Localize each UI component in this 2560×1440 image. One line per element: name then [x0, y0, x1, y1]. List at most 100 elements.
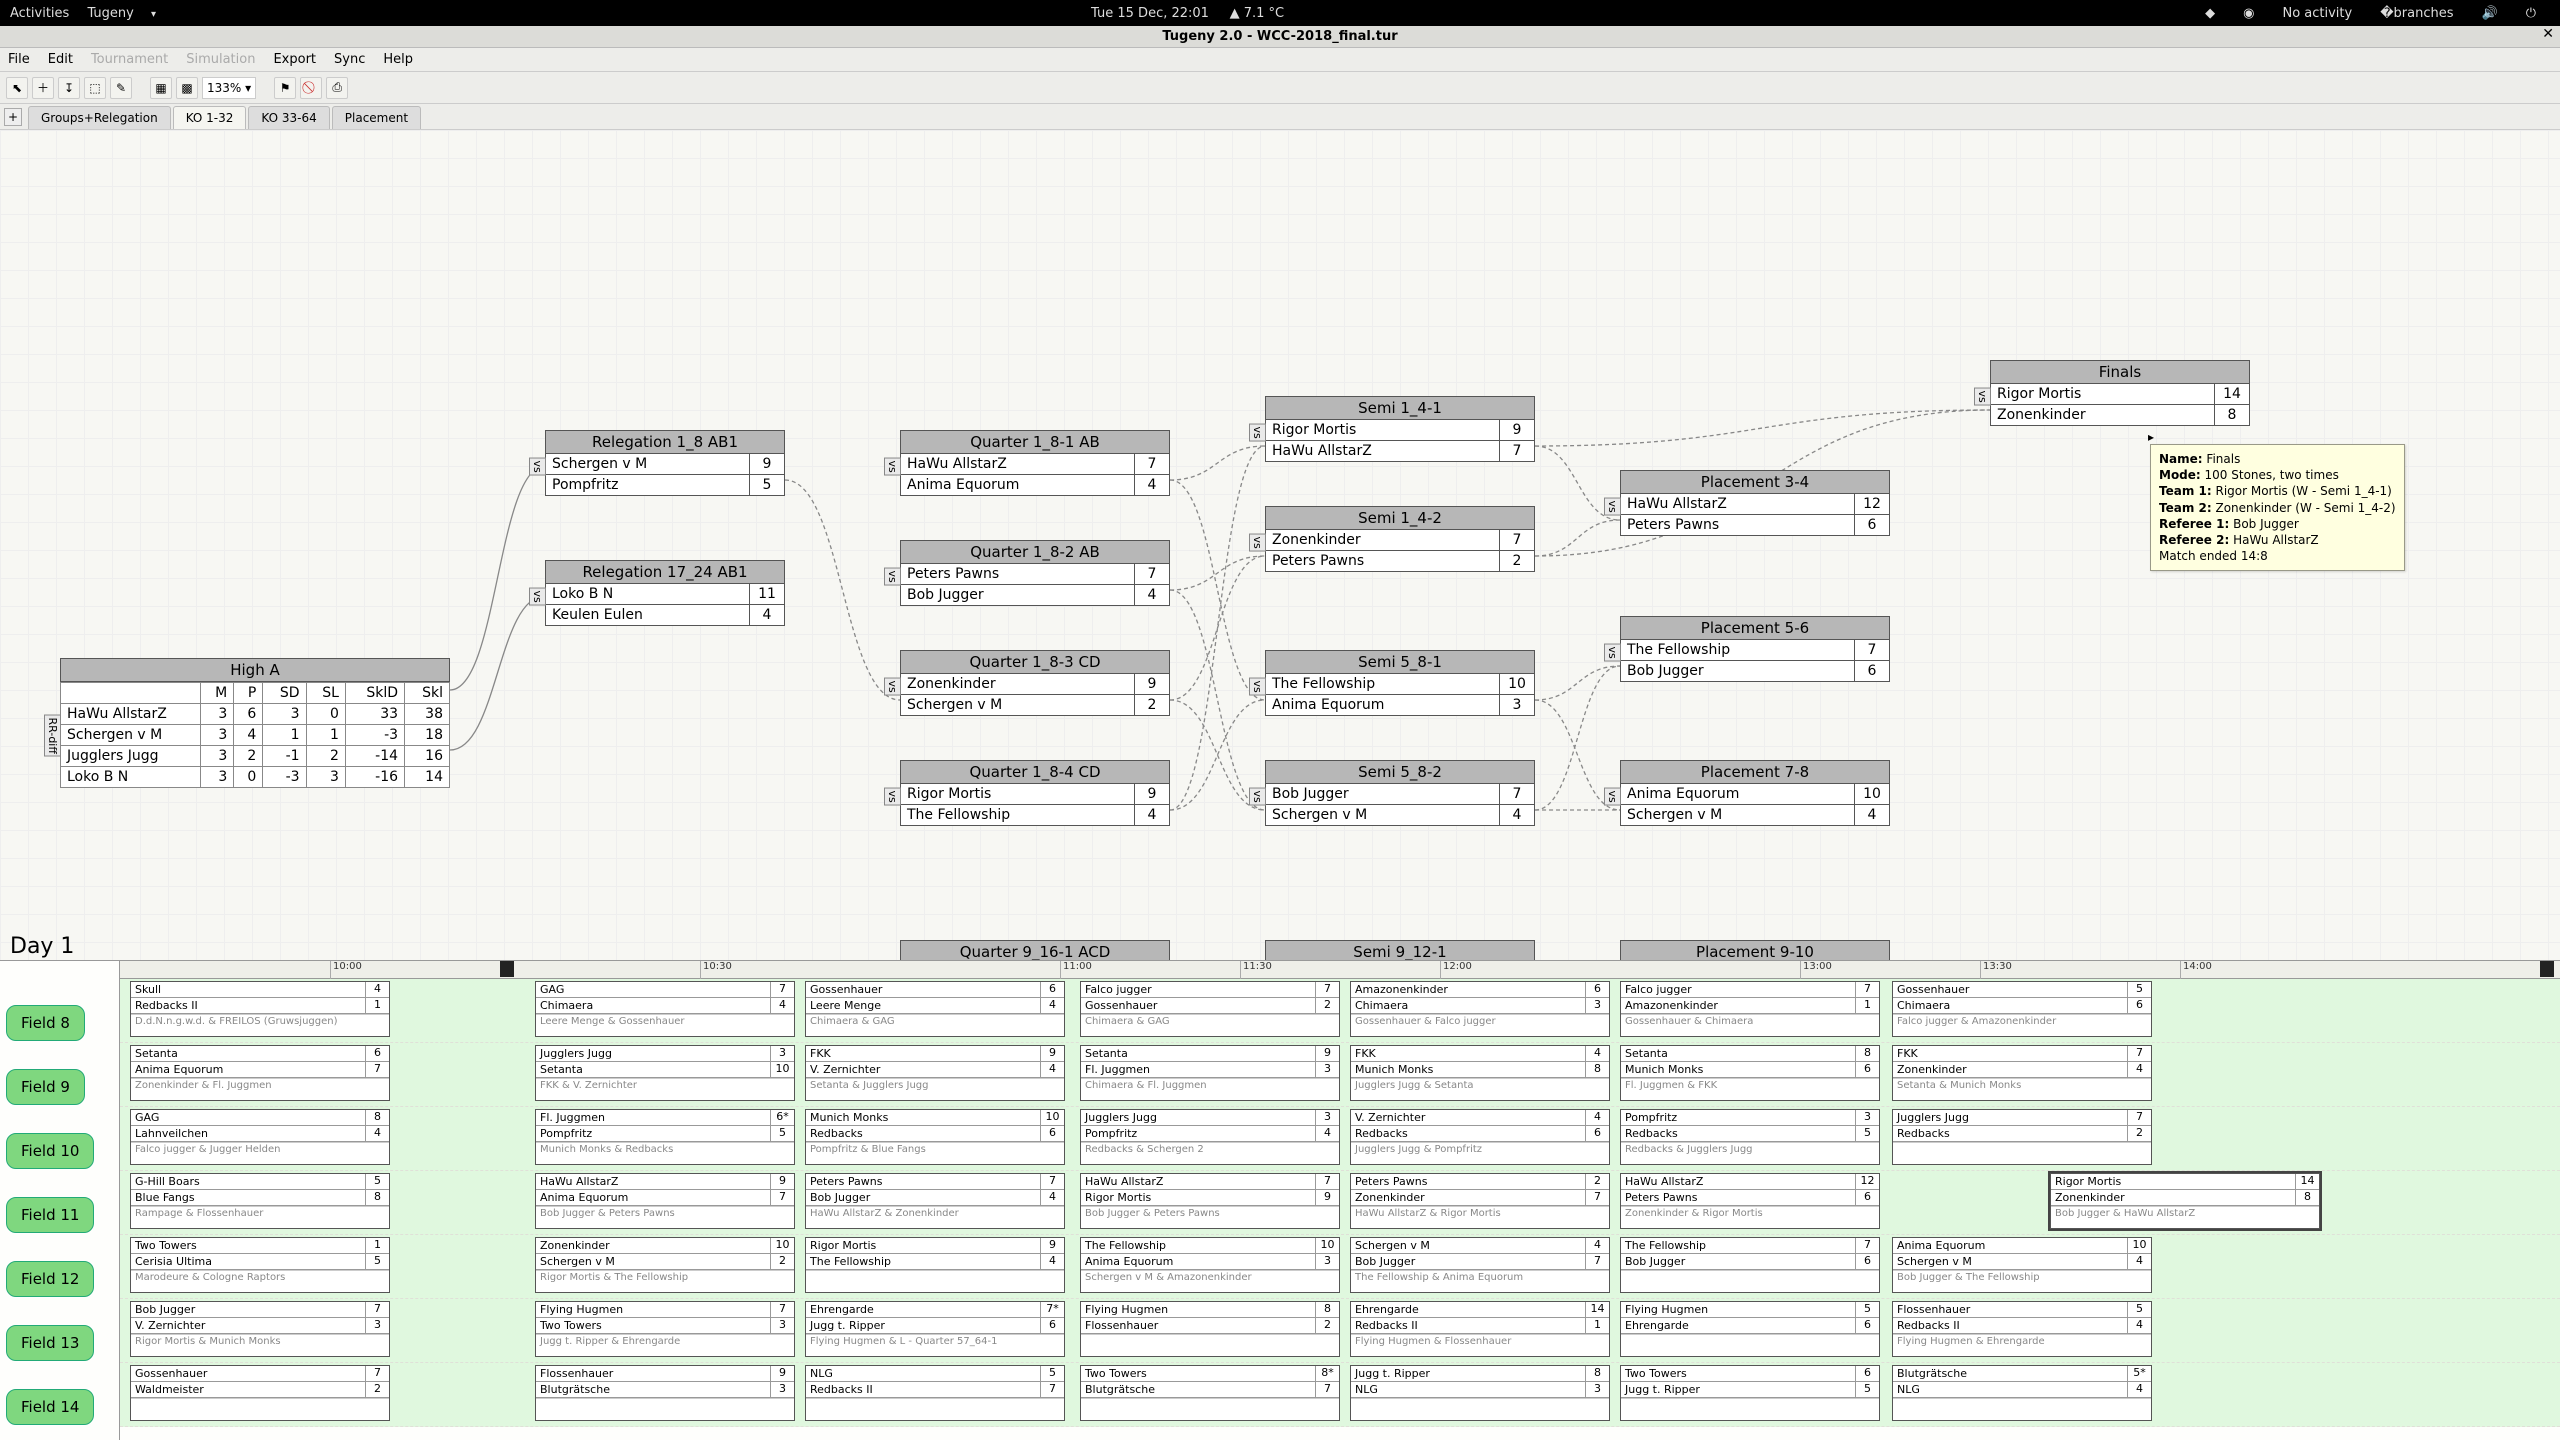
- schedule-slot[interactable]: Jugglers Jugg7Redbacks2: [1892, 1109, 2152, 1165]
- match-fin[interactable]: vsFinalsRigor Mortis14Zonenkinder8: [1990, 360, 2250, 426]
- schedule-slot[interactable]: Skull4Redbacks II1D.d.N.n.g.w.d. & FREIL…: [130, 981, 390, 1037]
- flag-icon[interactable]: ⚑: [274, 77, 296, 99]
- match-rel17[interactable]: vsRelegation 17_24 AB1Loko B N11Keulen E…: [545, 560, 785, 626]
- schedule-slot[interactable]: Blutgrätsche5*NLG4: [1892, 1365, 2152, 1421]
- schedule-slot[interactable]: Setanta9Fl. Juggmen3Chimaera & Fl. Juggm…: [1080, 1045, 1340, 1101]
- tray-discord-icon[interactable]: ◆: [2205, 6, 2215, 21]
- field-label[interactable]: Field 11: [6, 1197, 94, 1233]
- time-block-marker[interactable]: [500, 961, 514, 977]
- menu-edit[interactable]: Edit: [48, 52, 73, 67]
- schedule-slot[interactable]: Rigor Mortis9The Fellowship4: [805, 1237, 1065, 1293]
- schedule-slot[interactable]: Flying Hugmen8Flossenhauer2: [1080, 1301, 1340, 1357]
- menu-file[interactable]: File: [8, 52, 30, 67]
- schedule-slot[interactable]: GAG7Chimaera4Leere Menge & Gossenhauer: [535, 981, 795, 1037]
- menu-sync[interactable]: Sync: [334, 52, 365, 67]
- schedule-slot[interactable]: FKK7Zonenkinder4Setanta & Munich Monks: [1892, 1045, 2152, 1101]
- match-q9[interactable]: vsQuarter 9_16-1 ACDSetanta10Jugglers Ju…: [900, 940, 1170, 960]
- match-q2[interactable]: vsQuarter 1_8-2 ABPeters Pawns7Bob Jugge…: [900, 540, 1170, 606]
- field-label[interactable]: Field 9: [6, 1069, 85, 1105]
- schedule-slot[interactable]: Ehrengarde7*Jugg t. Ripper6Flying Hugmen…: [805, 1301, 1065, 1357]
- schedule-slot[interactable]: Falco jugger7Gossenhauer2Chimaera & GAG: [1080, 981, 1340, 1037]
- schedule-slot[interactable]: Gossenhauer6Leere Menge4Chimaera & GAG: [805, 981, 1065, 1037]
- schedule-slot[interactable]: FKK4Munich Monks8Jugglers Jugg & Setanta: [1350, 1045, 1610, 1101]
- match-p78[interactable]: vsPlacement 7-8Anima Equorum10Schergen v…: [1620, 760, 1890, 826]
- schedule-slot[interactable]: V. Zernichter4Redbacks6Jugglers Jugg & P…: [1350, 1109, 1610, 1165]
- match-s5[interactable]: vsSemi 5_8-1The Fellowship10Anima Equoru…: [1265, 650, 1535, 716]
- match-s2[interactable]: vsSemi 1_4-2Zonenkinder7Peters Pawns2: [1265, 506, 1535, 572]
- schedule-slot[interactable]: Flossenhauer5Redbacks II4Flying Hugmen &…: [1892, 1301, 2152, 1357]
- schedule-slot[interactable]: Jugglers Jugg3Pompfritz4Redbacks & Scher…: [1080, 1109, 1340, 1165]
- menu-help[interactable]: Help: [383, 52, 413, 67]
- standings-high-a[interactable]: RR-diffHigh AMPSDSLSklDSklHaWu AllstarZ3…: [60, 658, 450, 788]
- activities-button[interactable]: Activities: [10, 6, 69, 21]
- bracket-canvas[interactable]: Day 1 vsRelegation 1_8 AB1Schergen v M9P…: [0, 130, 2560, 960]
- match-s9[interactable]: vsSemi 9_12-1Setanta9Fl. Juggmen5: [1265, 940, 1535, 960]
- schedule-slot[interactable]: HaWu AllstarZ7Rigor Mortis9Bob Jugger & …: [1080, 1173, 1340, 1229]
- forbid-icon[interactable]: ⃠: [300, 77, 322, 99]
- schedule-slot[interactable]: Two Towers6Jugg t. Ripper5: [1620, 1365, 1880, 1421]
- tab-ko-33-64[interactable]: KO 33-64: [248, 106, 329, 129]
- schedule-slot[interactable]: Amazonenkinder6Chimaera3Gossenhauer & Fa…: [1350, 981, 1610, 1037]
- schedule-slot[interactable]: Peters Pawns7Bob Jugger4HaWu AllstarZ & …: [805, 1173, 1065, 1229]
- tray-telegram-icon[interactable]: ◉: [2243, 6, 2254, 21]
- schedule-slot[interactable]: Bob Jugger7V. Zernichter3Rigor Mortis & …: [130, 1301, 390, 1357]
- tool-add-team-icon[interactable]: ＋: [32, 77, 54, 99]
- tool-pointer-icon[interactable]: ⬉: [6, 77, 28, 99]
- match-q4[interactable]: vsQuarter 1_8-4 CDRigor Mortis9The Fello…: [900, 760, 1170, 826]
- tool-link-icon[interactable]: ↧: [58, 77, 80, 99]
- schedule-slot[interactable]: NLG5Redbacks II7: [805, 1365, 1065, 1421]
- match-rel18[interactable]: vsRelegation 1_8 AB1Schergen v M9Pompfri…: [545, 430, 785, 496]
- schedule-slot[interactable]: GAG8Lahnveilchen4Falco jugger & Jugger H…: [130, 1109, 390, 1165]
- match-p34[interactable]: vsPlacement 3-4HaWu AllstarZ12Peters Paw…: [1620, 470, 1890, 536]
- field-label[interactable]: Field 14: [6, 1389, 94, 1425]
- field-label[interactable]: Field 10: [6, 1133, 94, 1169]
- schedule-slot[interactable]: Fl. Juggmen6*Pompfritz5Munich Monks & Re…: [535, 1109, 795, 1165]
- view-grid2-icon[interactable]: ▩: [176, 77, 198, 99]
- schedule-slot[interactable]: HaWu AllstarZ12Peters Pawns6Zonenkinder …: [1620, 1173, 1880, 1229]
- match-s6[interactable]: vsSemi 5_8-2Bob Jugger7Schergen v M4: [1265, 760, 1535, 826]
- schedule-slot[interactable]: Pompfritz3Redbacks5Redbacks & Jugglers J…: [1620, 1109, 1880, 1165]
- schedule-slot[interactable]: The Fellowship7Bob Jugger6: [1620, 1237, 1880, 1293]
- schedule-slot[interactable]: Flying Hugmen7Two Towers3Jugg t. Ripper …: [535, 1301, 795, 1357]
- schedule-slot[interactable]: Setanta8Munich Monks6Fl. Juggmen & FKK: [1620, 1045, 1880, 1101]
- schedule-slot[interactable]: Falco jugger7Amazonenkinder1Gossenhauer …: [1620, 981, 1880, 1037]
- field-label[interactable]: Field 12: [6, 1261, 94, 1297]
- app-menu[interactable]: Tugeny: [87, 6, 156, 21]
- schedule-slot[interactable]: Zonenkinder10Schergen v M2Rigor Mortis &…: [535, 1237, 795, 1293]
- tab-groups-relegation[interactable]: Groups+Relegation: [28, 106, 171, 129]
- schedule-slot[interactable]: HaWu AllstarZ9Anima Equorum7Bob Jugger &…: [535, 1173, 795, 1229]
- schedule-slot[interactable]: Two Towers8*Blutgrätsche7: [1080, 1365, 1340, 1421]
- zoom-select[interactable]: 133% ▾: [202, 77, 256, 99]
- schedule-slot[interactable]: Flossenhauer9Blutgrätsche3: [535, 1365, 795, 1421]
- match-s1[interactable]: vsSemi 1_4-1Rigor Mortis9HaWu AllstarZ7: [1265, 396, 1535, 462]
- match-q1[interactable]: vsQuarter 1_8-1 ABHaWu AllstarZ7Anima Eq…: [900, 430, 1170, 496]
- schedule-slot[interactable]: Gossenhauer5Chimaera6Falco jugger & Amaz…: [1892, 981, 2152, 1037]
- schedule-slot[interactable]: Rigor Mortis14Zonenkinder8Bob Jugger & H…: [2050, 1173, 2320, 1229]
- match-p910[interactable]: vsPlacement 9-10Setanta8Munich Monks6: [1620, 940, 1890, 960]
- tab-placement[interactable]: Placement: [332, 106, 421, 129]
- tab-ko-1-32[interactable]: KO 1-32: [173, 106, 247, 129]
- schedule-slot[interactable]: FKK9V. Zernichter4Setanta & Jugglers Jug…: [805, 1045, 1065, 1101]
- schedule-slot[interactable]: The Fellowship10Anima Equorum3Schergen v…: [1080, 1237, 1340, 1293]
- schedule-slot[interactable]: Peters Pawns2Zonenkinder7HaWu AllstarZ &…: [1350, 1173, 1610, 1229]
- schedule-slot[interactable]: Gossenhauer7Waldmeister2: [130, 1365, 390, 1421]
- close-icon[interactable]: ✕: [2542, 26, 2554, 42]
- schedule-slot[interactable]: Jugg t. Ripper8NLG3: [1350, 1365, 1610, 1421]
- volume-icon[interactable]: 🔊: [2482, 6, 2498, 21]
- tool-group-icon[interactable]: ⬚: [84, 77, 106, 99]
- network-icon[interactable]: �branches: [2380, 6, 2453, 21]
- menu-export[interactable]: Export: [273, 52, 316, 67]
- view-grid-icon[interactable]: ▦: [150, 77, 172, 99]
- match-p56[interactable]: vsPlacement 5-6The Fellowship7Bob Jugger…: [1620, 616, 1890, 682]
- schedule-slot[interactable]: Setanta6Anima Equorum7Zonenkinder & Fl. …: [130, 1045, 390, 1101]
- schedule-slot[interactable]: Flying Hugmen5Ehrengarde6: [1620, 1301, 1880, 1357]
- tool-randn-icon[interactable]: ✎: [110, 77, 132, 99]
- add-tab-button[interactable]: +: [4, 108, 22, 126]
- match-q3[interactable]: vsQuarter 1_8-3 CDZonenkinder9Schergen v…: [900, 650, 1170, 716]
- schedule-slot[interactable]: Munich Monks10Redbacks6Pompfritz & Blue …: [805, 1109, 1065, 1165]
- schedule-slot[interactable]: Anima Equorum10Schergen v M4Bob Jugger &…: [1892, 1237, 2152, 1293]
- schedule-slot[interactable]: Two Towers1Cerisia Ultima5Marodeure & Co…: [130, 1237, 390, 1293]
- time-block-marker[interactable]: [2540, 961, 2554, 977]
- schedule-slot[interactable]: G-Hill Boars5Blue Fangs8Rampage & Flosse…: [130, 1173, 390, 1229]
- schedule-slot[interactable]: Schergen v M4Bob Jugger7The Fellowship &…: [1350, 1237, 1610, 1293]
